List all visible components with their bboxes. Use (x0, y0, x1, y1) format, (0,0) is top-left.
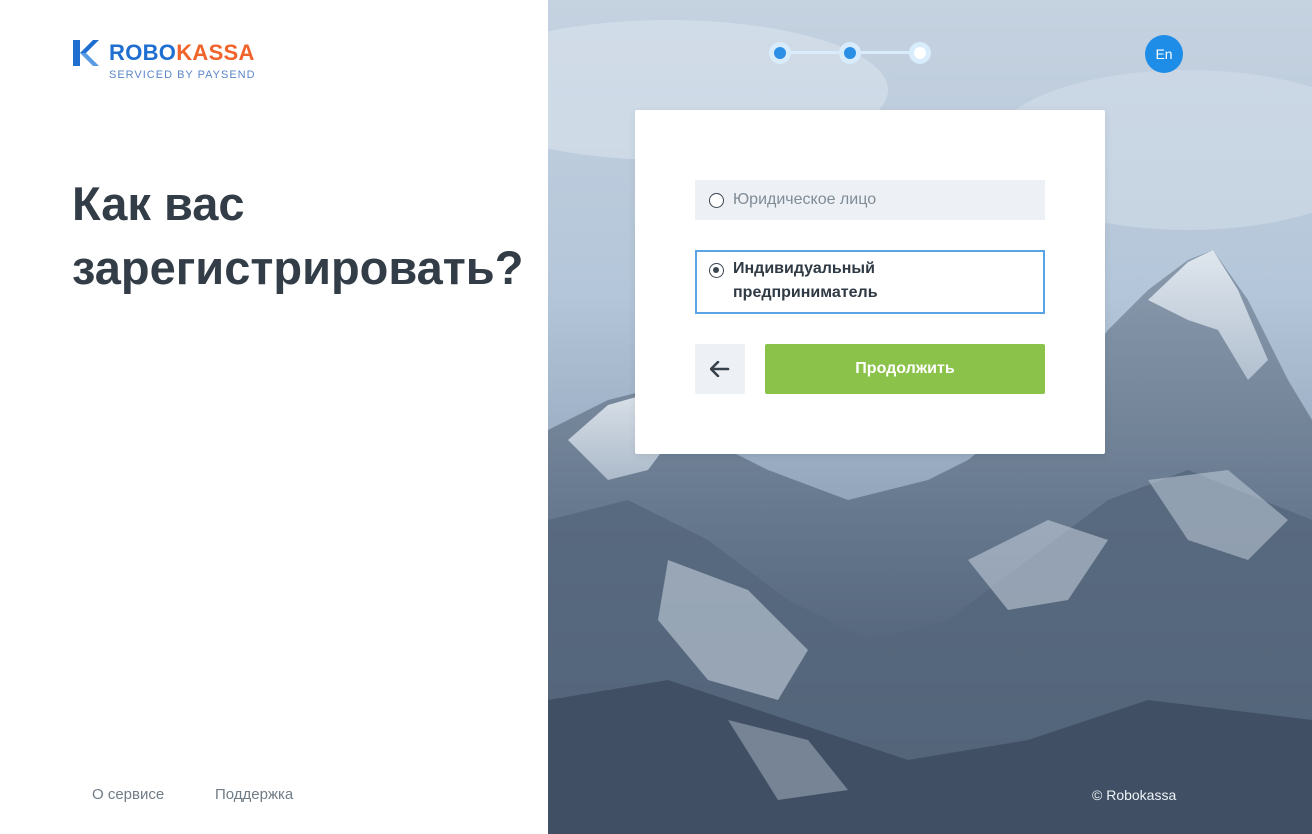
legal-entity-label: Юридическое лицо (733, 191, 877, 208)
radio-unchecked-icon[interactable] (709, 193, 724, 208)
progress-steps (769, 41, 934, 65)
progress-line (789, 51, 841, 54)
background-panel: En Юридическое лицо Индивидуальный предп… (548, 0, 1312, 834)
robokassa-logo-icon (73, 40, 99, 66)
arrow-left-icon (710, 361, 730, 377)
radio-checked-icon[interactable] (709, 263, 724, 278)
progress-step-1 (769, 42, 791, 64)
logo-tagline: SERVICED BY PAYSEND (109, 69, 256, 81)
support-link[interactable]: Поддержка (215, 786, 293, 803)
logo-word-kassa: KASSA (176, 40, 255, 65)
progress-step-3 (909, 42, 931, 64)
registration-type-card: Юридическое лицо Индивидуальный предприн… (635, 110, 1105, 454)
language-switch-button[interactable]: En (1145, 35, 1183, 73)
legal-entity-option[interactable]: Юридическое лицо (695, 180, 1045, 220)
logo-wordmark: ROBOKASSA (109, 41, 255, 65)
back-button[interactable] (695, 344, 745, 394)
left-panel: ROBOKASSA SERVICED BY PAYSEND Как вас за… (0, 0, 548, 834)
progress-line (859, 51, 911, 54)
individual-entrepreneur-label: Индивидуальный предприниматель (733, 260, 878, 301)
continue-button[interactable]: Продолжить (765, 344, 1045, 394)
copyright-text: © Robokassa (1092, 787, 1177, 803)
about-service-link[interactable]: О сервисе (92, 786, 164, 803)
logo-word-robo: ROBO (109, 40, 177, 65)
individual-entrepreneur-option[interactable]: Индивидуальный предприниматель (695, 250, 1045, 314)
page-title: Как вас зарегистрировать? (72, 177, 524, 294)
progress-step-2 (839, 42, 861, 64)
